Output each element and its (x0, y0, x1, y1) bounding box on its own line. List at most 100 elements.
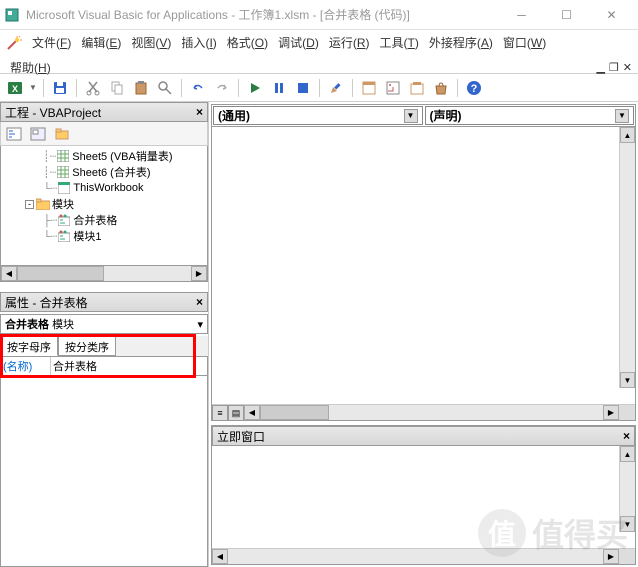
help-icon[interactable]: ? (463, 77, 485, 99)
object-combo[interactable]: (通用) ▼ (213, 106, 423, 125)
menu-bar: 文件(F) 编辑(E) 视图(V) 插入(I) 格式(O) 调试(D) 运行(R… (0, 30, 638, 74)
tab-alphabetic[interactable]: 按字母序 (0, 336, 58, 356)
redo-icon[interactable] (211, 77, 233, 99)
mdi-minimize-button[interactable]: ▁ (596, 61, 604, 74)
scroll-down-arrow-icon[interactable]: ▼ (620, 516, 635, 532)
toolbox-icon[interactable] (430, 77, 452, 99)
scroll-right-arrow-icon[interactable]: ▶ (603, 405, 619, 420)
scroll-down-arrow-icon[interactable]: ▼ (620, 372, 635, 388)
menu-view[interactable]: 视图(V) (127, 32, 175, 53)
menu-edit[interactable]: 编辑(E) (77, 32, 125, 53)
toggle-folders-icon[interactable] (51, 123, 73, 145)
tree-node-module1[interactable]: └┈模块1 (3, 228, 205, 244)
menu-debug[interactable]: 调试(D) (274, 32, 323, 53)
properties-pane-title: 属性 - 合并表格 (5, 294, 88, 311)
scroll-up-arrow-icon[interactable]: ▲ (620, 446, 635, 462)
full-module-view-icon[interactable]: ▤ (228, 405, 244, 421)
cut-icon[interactable] (82, 77, 104, 99)
menu-insert[interactable]: 插入(I) (177, 32, 220, 53)
left-pane: 工程 - VBAProject × ┊┈Sheet5 (VBA销量表) ┊┈Sh… (0, 102, 209, 567)
run-icon[interactable] (244, 77, 266, 99)
tree-h-scrollbar[interactable]: ◀ ▶ (0, 266, 208, 282)
right-pane: (通用) ▼ (声明) ▼ ▲ ▼ ≡ ▤ ◀ (209, 102, 638, 567)
minimize-button[interactable]: ─ (499, 1, 544, 29)
properties-pane-close-button[interactable]: × (196, 295, 203, 309)
properties-pane-header: 属性 - 合并表格 × (0, 292, 208, 312)
dropdown-arrow-icon[interactable]: ▼ (28, 77, 38, 99)
project-tree[interactable]: ┊┈Sheet5 (VBA销量表) ┊┈Sheet6 (合并表) └┈ThisW… (0, 146, 208, 266)
dropdown-arrow-icon: ▾ (197, 318, 203, 331)
menu-help[interactable]: 帮助(H) (6, 57, 55, 78)
break-icon[interactable] (268, 77, 290, 99)
project-toolbar (0, 122, 208, 146)
properties-body (0, 376, 208, 567)
menu-window[interactable]: 窗口(W) (499, 32, 550, 53)
tab-categorized[interactable]: 按分类序 (58, 336, 116, 356)
excel-icon[interactable]: X (4, 77, 26, 99)
scroll-left-arrow-icon[interactable]: ◀ (244, 405, 260, 420)
properties-pane: 属性 - 合并表格 × 合并表格 模块 ▾ 按字母序 按分类序 (名称) 合并表… (0, 292, 208, 567)
view-code-icon[interactable] (3, 123, 25, 145)
design-mode-icon[interactable] (325, 77, 347, 99)
reset-icon[interactable] (292, 77, 314, 99)
tree-node-modules[interactable]: -模块 (3, 196, 205, 212)
properties-window-icon[interactable] (382, 77, 404, 99)
maximize-button[interactable]: ☐ (544, 1, 589, 29)
project-pane-title: 工程 - VBAProject (5, 104, 101, 121)
main-area: 工程 - VBAProject × ┊┈Sheet5 (VBA销量表) ┊┈Sh… (0, 102, 638, 567)
find-icon[interactable] (154, 77, 176, 99)
menu-tools[interactable]: 工具(T) (376, 32, 423, 53)
procedure-combo[interactable]: (声明) ▼ (425, 106, 635, 125)
procedure-view-icon[interactable]: ≡ (212, 405, 228, 421)
object-browser-icon[interactable] (406, 77, 428, 99)
properties-tabs: 按字母序 按分类序 (0, 336, 208, 356)
tree-node-sheet5[interactable]: ┊┈Sheet5 (VBA销量表) (3, 148, 205, 164)
scroll-right-arrow-icon[interactable]: ▶ (191, 266, 207, 281)
module-icon (57, 213, 71, 227)
menu-format[interactable]: 格式(O) (223, 32, 272, 53)
immediate-pane-header: 立即窗口 × (212, 426, 635, 446)
mdi-restore-button[interactable]: ❐ (609, 61, 619, 74)
title-bar: Microsoft Visual Basic for Applications … (0, 0, 638, 30)
immediate-pane-close-button[interactable]: × (623, 429, 630, 443)
menu-file[interactable]: 文件(F) (28, 32, 75, 53)
immediate-h-scrollbar[interactable]: ◀ ▶ (212, 548, 635, 564)
app-icon (4, 7, 20, 23)
undo-icon[interactable] (187, 77, 209, 99)
code-editor[interactable]: ▲ ▼ (212, 127, 635, 404)
project-pane-close-button[interactable]: × (196, 105, 203, 119)
properties-grid[interactable]: (名称) 合并表格 (0, 356, 208, 376)
tree-node-sheet6[interactable]: ┊┈Sheet6 (合并表) (3, 164, 205, 180)
immediate-editor[interactable]: ▲ ▼ (212, 446, 635, 548)
property-key: (名称) (1, 357, 51, 375)
copy-icon[interactable] (106, 77, 128, 99)
property-value[interactable]: 合并表格 (51, 357, 207, 375)
window-controls: ─ ☐ ✕ (499, 1, 634, 29)
scroll-left-arrow-icon[interactable]: ◀ (212, 549, 228, 564)
code-h-scrollbar[interactable]: ≡ ▤ ◀ ▶ (212, 404, 635, 420)
properties-object-selector[interactable]: 合并表格 模块 ▾ (0, 314, 208, 334)
wand-icon (6, 35, 22, 51)
code-v-scrollbar[interactable]: ▲ ▼ (619, 127, 635, 388)
close-button[interactable]: ✕ (589, 1, 634, 29)
immediate-pane: 立即窗口 × ▲ ▼ ◀ ▶ (211, 425, 636, 565)
save-icon[interactable] (49, 77, 71, 99)
immediate-v-scrollbar[interactable]: ▲ ▼ (619, 446, 635, 532)
sheet-icon (56, 149, 70, 163)
view-object-icon[interactable] (27, 123, 49, 145)
scroll-left-arrow-icon[interactable]: ◀ (1, 266, 17, 281)
tree-node-module-merge[interactable]: ├┈合并表格 (3, 212, 205, 228)
property-row-name[interactable]: (名称) 合并表格 (1, 357, 207, 375)
scroll-right-arrow-icon[interactable]: ▶ (603, 549, 619, 564)
tree-node-thisworkbook[interactable]: └┈ThisWorkbook (3, 180, 205, 196)
paste-icon[interactable] (130, 77, 152, 99)
project-explorer-icon[interactable] (358, 77, 380, 99)
mdi-close-button[interactable]: ✕ (623, 61, 632, 74)
svg-text:X: X (12, 84, 18, 94)
workbook-icon (57, 181, 71, 195)
scroll-up-arrow-icon[interactable]: ▲ (620, 127, 635, 143)
project-pane-header: 工程 - VBAProject × (0, 102, 208, 122)
menu-addins[interactable]: 外接程序(A) (425, 32, 497, 53)
menu-run[interactable]: 运行(R) (325, 32, 374, 53)
svg-text:?: ? (471, 83, 478, 95)
